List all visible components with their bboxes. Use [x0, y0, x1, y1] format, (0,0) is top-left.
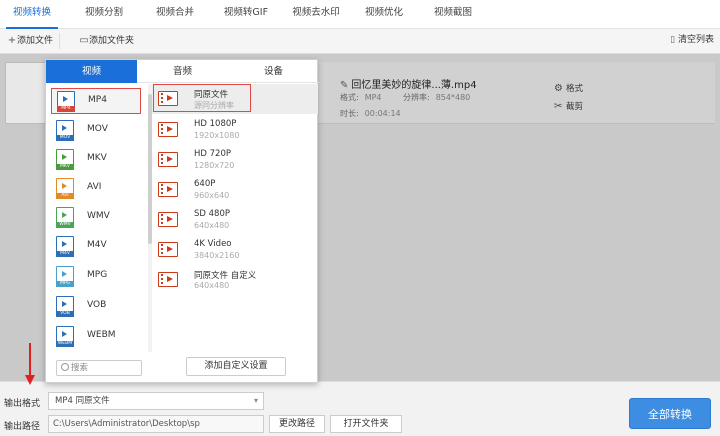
clear-list-button[interactable]: ▯ 清空列表 [670, 33, 714, 49]
format-search-input[interactable]: 搜索 [56, 360, 142, 376]
tab-video-optimize[interactable]: 视频优化 [356, 0, 412, 29]
preset-item[interactable]: 同原文件 自定义 640x480 [152, 265, 318, 295]
popup-tab-video[interactable]: 视频 [46, 60, 137, 83]
format-action[interactable]: ⚙ 格式 [554, 82, 583, 94]
file-format: 格式: MP4 [340, 93, 382, 102]
clip-action[interactable]: ✂ 截剪 [554, 100, 583, 112]
format-item-webm[interactable]: WEBM WEBM [51, 324, 141, 350]
file-duration: 时长: 00:04:14 [340, 109, 401, 118]
preset-item[interactable]: HD 1080P 1920x1080 [152, 115, 318, 145]
preset-item[interactable]: HD 720P 1280x720 [152, 145, 318, 175]
add-custom-preset-button[interactable]: 添加自定义设置 [186, 357, 286, 376]
tab-video-convert[interactable]: 视频转换 [6, 0, 58, 29]
preset-list: 同原文件 源同分辨率 HD 1080P 1920x1080 HD 720P 12… [152, 84, 318, 352]
plus-icon: + [7, 35, 17, 46]
film-icon [158, 122, 178, 137]
format-item-mp4[interactable]: MP4 MP4 [51, 88, 141, 114]
preset-item[interactable]: 4K Video 3840x2160 [152, 235, 318, 265]
popup-tab-device[interactable]: 设备 [228, 60, 319, 83]
film-icon [158, 91, 178, 106]
format-item-avi[interactable]: AVI AVI [51, 176, 141, 202]
tab-video-split[interactable]: 视频分割 [74, 0, 134, 29]
tab-video-watermark[interactable]: 视频去水印 [284, 0, 348, 29]
add-file-button[interactable]: +添加文件 [4, 33, 61, 49]
file-resolution: 分辨率: 854*480 [403, 93, 471, 102]
output-format-select[interactable]: MP4 同原文件 ▾ [48, 392, 264, 410]
video-thumbnail [5, 62, 50, 124]
mp4-file-icon: MP4 [57, 91, 75, 112]
preset-item[interactable]: 640P 960x640 [152, 175, 318, 205]
tab-video-screenshot[interactable]: 视频截图 [424, 0, 482, 29]
add-file-label: 添加文件 [17, 36, 54, 46]
avi-file-icon: AVI [56, 178, 74, 199]
add-folder-button[interactable]: ▭添加文件夹 [76, 33, 140, 49]
output-path-label: 输出路径 [4, 422, 41, 432]
scissors-icon: ✂ [554, 101, 563, 112]
mkv-file-icon: MKV [56, 149, 74, 170]
preset-item[interactable]: 同原文件 源同分辨率 [152, 84, 318, 114]
format-item-mov[interactable]: MOV MOV [51, 118, 141, 144]
popup-tabs: 视频 音频 设备 [46, 60, 319, 83]
tab-video-merge[interactable]: 视频合并 [145, 0, 205, 29]
format-popup: 视频 音频 设备 MP4 MP4 MOV MOV MKV MKV AVI AVI… [45, 59, 319, 383]
open-folder-button[interactable]: 打开文件夹 [330, 415, 402, 433]
film-icon [158, 272, 178, 287]
format-item-vob[interactable]: VOB VOB [51, 294, 141, 320]
clear-list-label: 清空列表 [677, 35, 714, 45]
m4v-file-icon: M4V [56, 236, 74, 257]
file-name[interactable]: ✎ 回忆里美妙的旋律...薄.mp4 [340, 76, 477, 91]
wmv-file-icon: WMV [56, 207, 74, 228]
preset-item[interactable]: SD 480P 640x480 [152, 205, 318, 235]
top-tab-bar: 视频转换 视频分割 视频合并 视频转GIF 视频去水印 视频优化 视频截图 [0, 0, 720, 29]
format-list: MP4 MP4 MOV MOV MKV MKV AVI AVI WMV WMV … [46, 84, 150, 352]
trash-icon: ▯ [670, 35, 676, 45]
chevron-down-icon: ▾ [253, 396, 258, 405]
add-folder-label: 添加文件夹 [89, 36, 135, 46]
format-item-mpg[interactable]: MPG MPG [51, 264, 141, 290]
film-icon [158, 182, 178, 197]
format-item-m4v[interactable]: M4V M4V [51, 234, 141, 260]
output-format-label: 输出格式 [4, 399, 41, 409]
folder-icon: ▭ [79, 35, 89, 46]
bottom-bar: 输出格式 MP4 同原文件 ▾ 输出路径 C:\Users\Administra… [0, 381, 720, 436]
change-path-button[interactable]: 更改路径 [269, 415, 325, 433]
search-icon [61, 363, 69, 371]
webm-file-icon: WEBM [56, 326, 74, 347]
gear-icon: ⚙ [554, 83, 563, 94]
output-path-field[interactable]: C:\Users\Administrator\Desktop\sp [48, 415, 264, 433]
popup-tab-audio[interactable]: 音频 [137, 60, 228, 83]
film-icon [158, 242, 178, 257]
convert-all-button[interactable]: 全部转换 [629, 398, 711, 429]
film-icon [158, 212, 178, 227]
mpg-file-icon: MPG [56, 266, 74, 287]
annotation-arrow [25, 343, 35, 385]
mov-file-icon: MOV [56, 120, 74, 141]
tab-video-gif[interactable]: 视频转GIF [214, 0, 278, 29]
toolbar: +添加文件 ▭添加文件夹 ▯ 清空列表 [0, 29, 720, 54]
format-item-wmv[interactable]: WMV WMV [51, 205, 141, 231]
film-icon [158, 152, 178, 167]
vob-file-icon: VOB [56, 296, 74, 317]
format-item-mkv[interactable]: MKV MKV [51, 147, 141, 173]
edit-icon[interactable]: ✎ [340, 80, 348, 91]
